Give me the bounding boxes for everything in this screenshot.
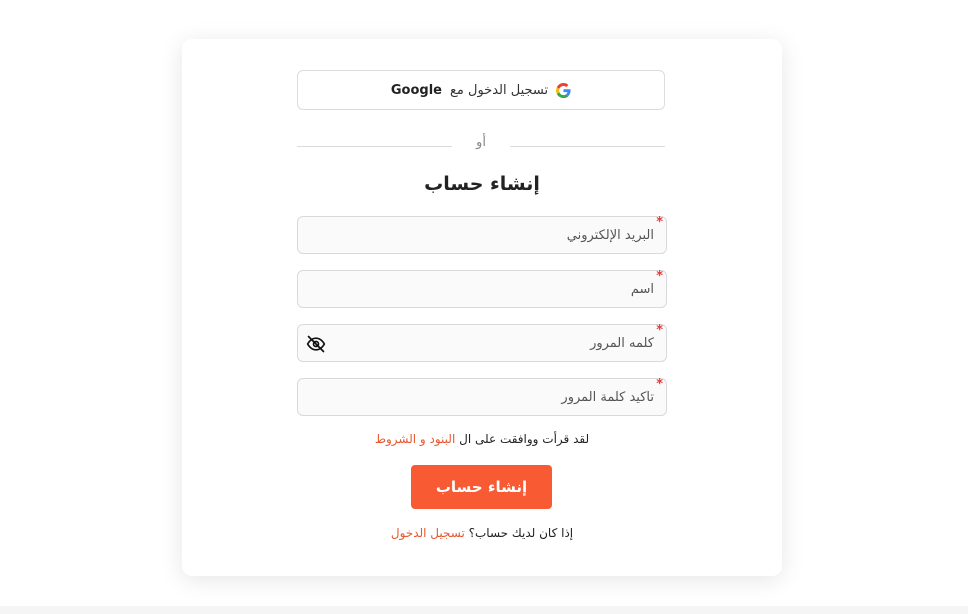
page-bottom-strip xyxy=(0,606,968,614)
required-mark: * xyxy=(656,323,663,338)
eye-slash-icon[interactable] xyxy=(305,334,327,354)
create-account-button[interactable]: إنشاء حساب xyxy=(411,465,552,509)
login-line: إذا كان لديك حساب؟ تسجيل الدخول xyxy=(182,526,782,540)
or-divider: أو xyxy=(297,133,665,157)
terms-link[interactable]: البنود و الشروط xyxy=(375,432,455,446)
terms-text: لقد قرأت ووافقت على ال xyxy=(459,432,590,446)
password-input[interactable] xyxy=(298,325,666,361)
email-field: * xyxy=(297,215,667,254)
form-title: إنشاء حساب xyxy=(424,173,540,195)
signup-card: تسجيل الدخول مع Google أو إنشاء حساب * *… xyxy=(182,39,782,576)
google-g-icon xyxy=(556,82,571,98)
name-field: * xyxy=(297,269,667,308)
login-link[interactable]: تسجيل الدخول xyxy=(391,526,465,540)
divider-text: أو xyxy=(476,135,486,150)
terms-line: لقد قرأت ووافقت على ال البنود و الشروط xyxy=(182,432,782,446)
required-mark: * xyxy=(656,269,663,284)
password-field: * xyxy=(297,323,667,362)
google-signin-label: تسجيل الدخول مع xyxy=(450,82,549,98)
google-brand-text: Google xyxy=(390,82,442,98)
required-mark: * xyxy=(656,377,663,392)
required-mark: * xyxy=(656,215,663,230)
confirm-password-input[interactable] xyxy=(298,379,666,415)
name-input[interactable] xyxy=(298,271,666,307)
login-prompt: إذا كان لديك حساب؟ xyxy=(468,526,574,540)
email-input[interactable] xyxy=(298,217,666,253)
google-signin-button[interactable]: تسجيل الدخول مع Google xyxy=(297,70,665,110)
confirm-password-field: * xyxy=(297,377,667,416)
